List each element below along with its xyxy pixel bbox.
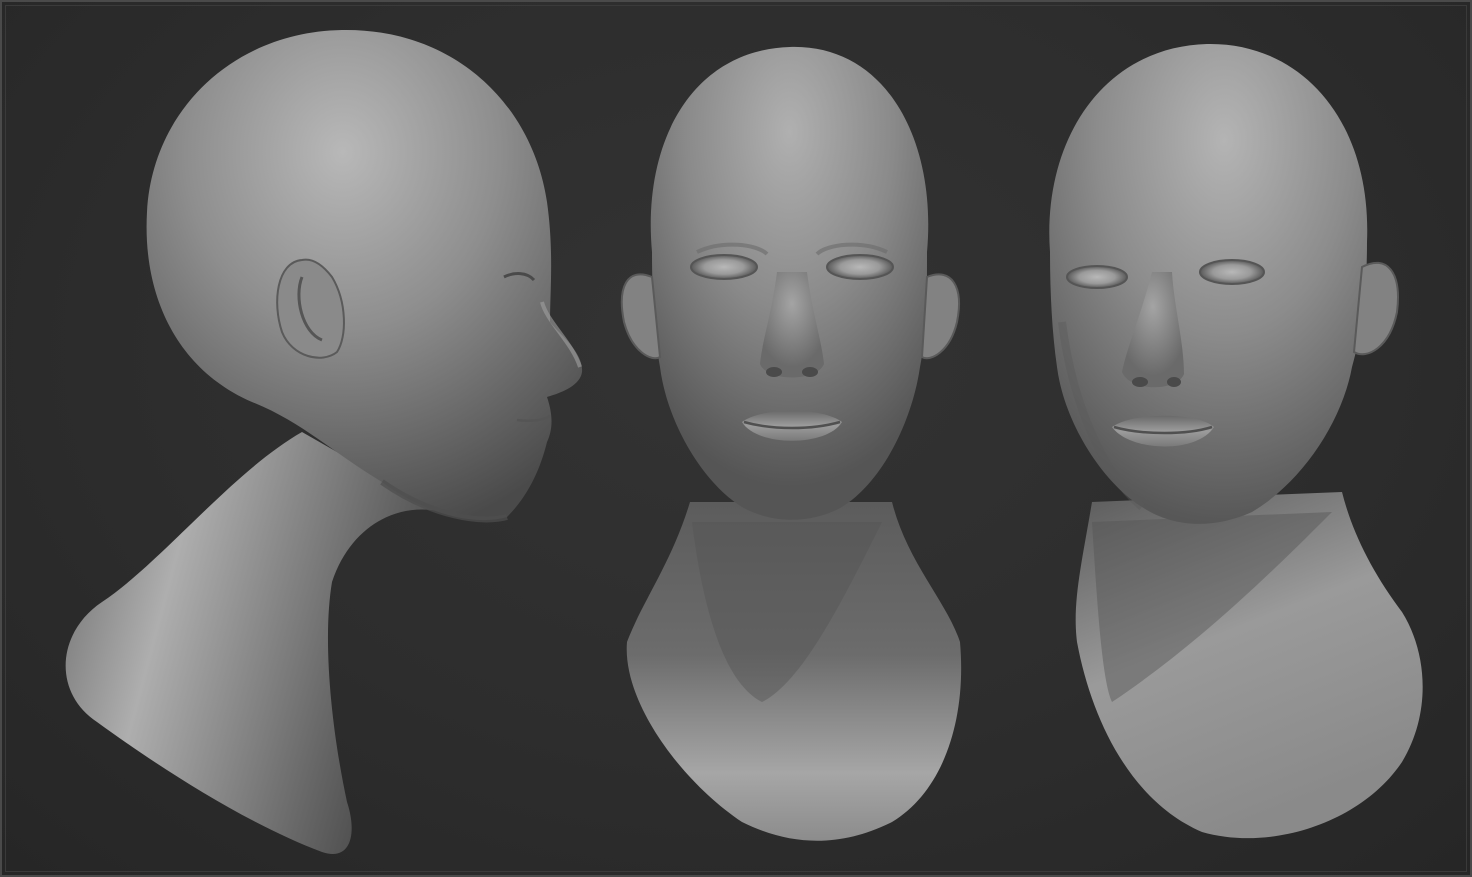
three-quarter-eye-right <box>1199 259 1265 285</box>
sculpt-viewport[interactable] <box>0 0 1472 877</box>
three-quarter-eye-left <box>1066 265 1128 289</box>
profile-view <box>65 29 583 854</box>
front-eye-right <box>826 254 894 280</box>
front-eye-left <box>690 254 758 280</box>
front-ear-right <box>920 273 960 360</box>
render-canvas <box>65 29 1423 854</box>
three-quarter-view <box>1049 43 1423 839</box>
front-view <box>620 46 962 841</box>
three-quarter-ear <box>1352 261 1399 356</box>
profile-neck <box>65 432 442 854</box>
